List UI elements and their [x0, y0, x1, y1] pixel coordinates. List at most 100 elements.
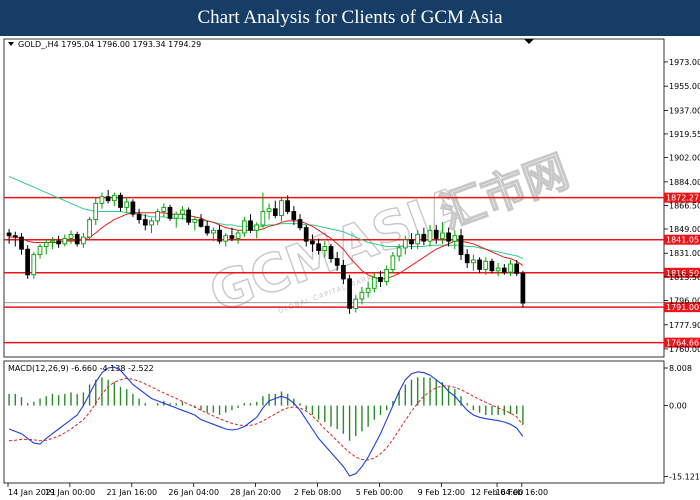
candle-body: [81, 236, 86, 245]
candle: [347, 274, 352, 314]
candle-body: [334, 258, 340, 266]
time-tick-label: 26 Jan 04:00: [168, 488, 219, 497]
candle-body: [433, 229, 439, 239]
price-tick-label: 1866.50: [669, 201, 700, 210]
macd-tick-label: -15.121: [669, 473, 700, 482]
price-tick-label: 1973.00: [669, 58, 700, 67]
candle: [186, 207, 191, 225]
candle-body: [427, 229, 433, 242]
candle-body: [37, 246, 43, 256]
candle-body: [235, 232, 241, 239]
candle-body: [198, 219, 204, 227]
candle-body: [415, 233, 420, 245]
candle-body: [12, 235, 18, 238]
candle-body: [272, 208, 278, 216]
candle-body: [322, 246, 328, 251]
chart-banner-title: Chart Analysis for Clients of GCM Asia: [0, 0, 700, 36]
candle-body: [396, 247, 402, 257]
candle-body: [6, 232, 12, 237]
candle-body: [248, 220, 253, 231]
candle-body: [204, 225, 210, 234]
candle-body: [291, 211, 297, 221]
candle-body: [186, 209, 191, 223]
price-tick-label: 1884.00: [669, 178, 700, 187]
candle-body: [409, 239, 414, 245]
candle-body: [173, 213, 179, 219]
candle-body: [19, 236, 24, 250]
candle-body: [402, 239, 408, 249]
candle: [167, 204, 173, 221]
candle-body: [136, 213, 142, 221]
time-tick-label: 5 Feb 00:00: [356, 488, 403, 497]
candle-body: [229, 235, 235, 239]
candle-body: [279, 200, 284, 216]
candle-body: [458, 235, 464, 256]
price-tick-label: 1831.00: [669, 249, 700, 258]
candle-body: [384, 268, 390, 282]
time-tick-label: 9 Feb 12:00: [418, 488, 465, 497]
candle-body: [310, 240, 315, 245]
candle-body: [285, 200, 290, 212]
price-tick-label: 1849.00: [669, 225, 700, 234]
candle-body: [118, 194, 123, 208]
price-tick-label: 1796.00: [669, 296, 700, 305]
candle-body: [105, 196, 111, 202]
candle-body: [266, 208, 272, 212]
chart-canvas: GCMASIA 汇市网 GLOBAL CAPITAL MARKETS 1872.…: [0, 36, 700, 500]
candle-body: [43, 242, 49, 247]
candle-body: [353, 298, 359, 309]
candle-body: [390, 255, 396, 270]
candle-body: [87, 219, 92, 238]
symbol-info-label: GOLD_,H4 1795.04 1796.00 1793.34 1794.29: [8, 40, 201, 49]
price-tick-label: 1937.00: [669, 106, 700, 115]
candle-body: [31, 254, 37, 276]
candle-body: [56, 240, 61, 245]
candle-body: [520, 273, 526, 304]
candle: [31, 251, 37, 279]
candle-body: [347, 278, 352, 309]
candle-body: [50, 240, 55, 243]
candle-body: [316, 243, 321, 251]
candle-body: [155, 211, 160, 222]
price-tick-label: 1777.90: [669, 321, 700, 330]
symbol-info-text: GOLD_,H4 1795.04 1796.00 1793.34 1794.29: [18, 40, 201, 49]
macd-panel: [3, 360, 665, 484]
candle-body: [464, 254, 470, 264]
candle-body: [446, 232, 451, 242]
candle-body: [371, 277, 377, 289]
candle-body: [341, 264, 346, 280]
candle-body: [508, 263, 513, 273]
candle-body: [365, 287, 371, 293]
candle-body: [489, 260, 495, 272]
candle-body: [477, 259, 482, 270]
candle-body: [452, 235, 458, 242]
candle-body: [514, 263, 520, 274]
candle-body: [211, 229, 216, 234]
macd-tick-label: 8.008: [669, 364, 692, 373]
candle-body: [483, 260, 489, 270]
candle-body: [421, 233, 427, 242]
candle: [130, 199, 136, 217]
candle-body: [260, 211, 266, 226]
candle-body: [25, 248, 30, 276]
candle-body: [359, 291, 365, 300]
candle-body: [440, 232, 445, 239]
candle-body: [495, 267, 501, 272]
candle-body: [254, 224, 260, 231]
candle-body: [167, 206, 173, 219]
candle-body: [130, 201, 136, 215]
time-tick-label: 16 Feb 16:00: [496, 488, 548, 497]
candle-body: [241, 220, 247, 234]
price-tick-label: 1902.00: [669, 154, 700, 163]
candle-body: [217, 229, 222, 242]
candle: [520, 270, 526, 308]
price-tick-label: 1955.00: [669, 82, 700, 91]
candle-body: [501, 267, 507, 273]
candle-body: [62, 237, 68, 245]
candle-body: [223, 235, 229, 242]
candle-body: [93, 202, 99, 221]
candle-body: [68, 233, 74, 239]
candle-body: [124, 201, 130, 208]
candle-body: [328, 246, 334, 260]
level-price-label: 1841.05: [666, 236, 699, 245]
